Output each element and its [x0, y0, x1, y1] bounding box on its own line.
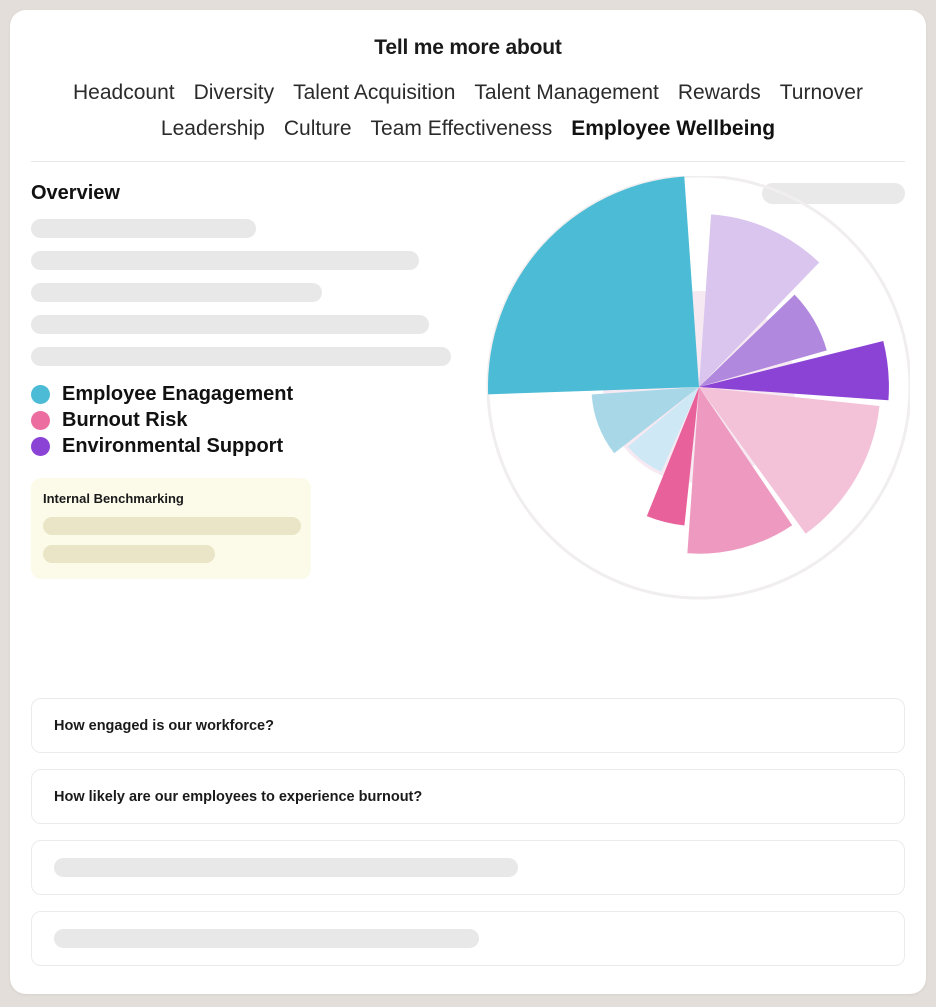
skeleton-line: [31, 250, 419, 270]
question-skeleton-line: [54, 858, 518, 877]
question-text: How likely are our employees to experien…: [54, 788, 423, 805]
overview-text-skeleton: [31, 218, 461, 366]
tab-leadership[interactable]: Leadership: [161, 114, 265, 144]
internal-benchmarking-callout: Internal Benchmarking: [31, 477, 311, 579]
wellbeing-panel: Tell me more about Headcount Diversity Tal…: [10, 10, 926, 994]
tab-team-effectiveness[interactable]: Team Effectiveness: [371, 114, 553, 144]
tab-diversity[interactable]: Diversity: [194, 78, 275, 108]
tab-talent-acquisition[interactable]: Talent Acquisition: [293, 78, 455, 108]
legend-color-dot-icon: [31, 436, 50, 456]
callout-skeleton-line: [43, 544, 215, 563]
suggested-question-card[interactable]: [31, 911, 905, 966]
legend-label: Environmental Support: [62, 434, 284, 457]
callout-title: Internal Benchmarking: [43, 490, 184, 506]
question-text: How engaged is our workforce?: [54, 717, 274, 734]
tab-talent-management[interactable]: Talent Management: [474, 78, 658, 108]
suggested-question-card[interactable]: How likely are our employees to experien…: [31, 769, 905, 824]
tab-rewards[interactable]: Rewards: [678, 78, 761, 108]
page-title: Tell me more about: [374, 36, 562, 59]
rose-wedge[interactable]: [488, 176, 699, 395]
tab-turnover[interactable]: Turnover: [780, 78, 863, 108]
overview-title: Overview: [31, 181, 120, 204]
legend-label: Employee Enagagement: [62, 382, 294, 405]
skeleton-line: [31, 314, 429, 334]
rose-chart-svg: [486, 175, 910, 600]
suggested-questions-list: How engaged is our workforce? How likely …: [31, 698, 905, 982]
topic-tab-list: Headcount Diversity Talent Acquisition Tale…: [48, 78, 888, 145]
overview-section: Overview Employee Enagagement Burnout Ris…: [10, 162, 926, 662]
tab-headcount[interactable]: Headcount: [73, 78, 175, 108]
callout-skeleton-line: [43, 516, 301, 535]
rose-wedge-group: [488, 176, 889, 554]
callout-skeleton: [43, 516, 301, 563]
tab-culture[interactable]: Culture: [284, 114, 352, 144]
wellbeing-rose-chart: [478, 175, 910, 608]
tab-employee-wellbeing[interactable]: Employee Wellbeing: [571, 114, 775, 144]
skeleton-line: [31, 282, 322, 302]
legend-color-dot-icon: [31, 384, 50, 404]
panel-header: Tell me more about Headcount Diversity Tal…: [10, 10, 926, 145]
question-skeleton-line: [54, 929, 479, 948]
skeleton-line: [31, 218, 256, 238]
legend-label: Burnout Risk: [62, 408, 188, 431]
suggested-question-card[interactable]: How engaged is our workforce?: [31, 698, 905, 753]
legend-color-dot-icon: [31, 410, 50, 430]
suggested-question-card[interactable]: [31, 840, 905, 895]
skeleton-line: [31, 346, 451, 366]
